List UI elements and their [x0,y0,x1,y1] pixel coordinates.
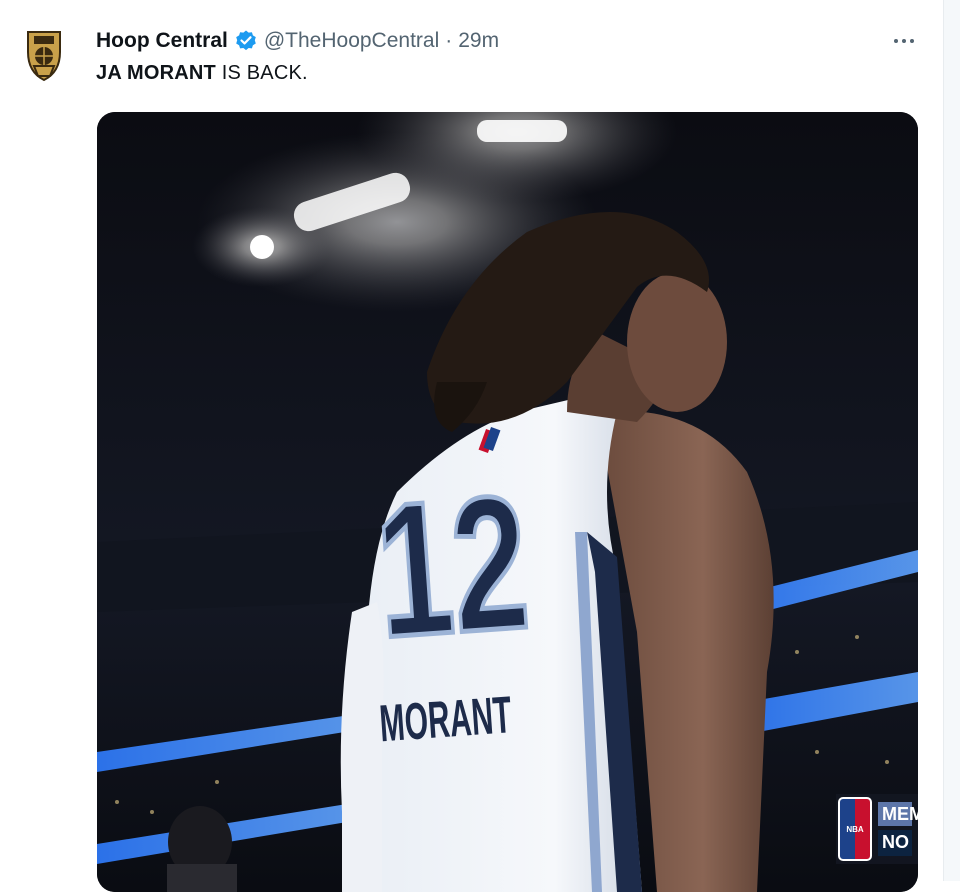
media-scene: 12 MORANT [97,112,918,892]
hoop-central-logo-icon[interactable] [24,30,64,82]
verified-badge-icon [236,30,256,51]
jersey-name: MORANT [378,686,514,753]
tweet-text: JA MORANT IS BACK. [96,62,308,85]
nba-logo-icon: NBA [838,797,872,861]
jersey-number: 12 [370,456,534,678]
separator-dot: · [445,29,453,52]
more-dot [910,39,914,43]
scorebug-teams: MEM NO [878,802,918,856]
tweet-text-rest: IS BACK. [215,62,308,84]
more-dot [902,39,906,43]
nba-logo-text: NBA [846,824,864,834]
author-name[interactable]: Hoop Central [96,29,228,53]
scorebug: NBA MEM NO [836,794,918,864]
team-bottom: NO [878,830,912,856]
more-options-icon[interactable] [888,30,920,52]
tweet-timestamp[interactable]: 29m [458,29,499,53]
tweet-media-video[interactable]: 12 MORANT NBA MEM NO [97,112,918,892]
author-handle[interactable]: @TheHoopCentral [264,29,439,53]
tweet-card: Hoop Central @TheHoopCentral · 29m JA MO… [0,0,944,892]
tweet-header: Hoop Central @TheHoopCentral · 29m [96,28,499,54]
tweet-text-bold: JA MORANT [96,62,216,84]
page-edge [943,0,960,881]
team-top: MEM [878,802,918,826]
more-dot [894,39,898,43]
